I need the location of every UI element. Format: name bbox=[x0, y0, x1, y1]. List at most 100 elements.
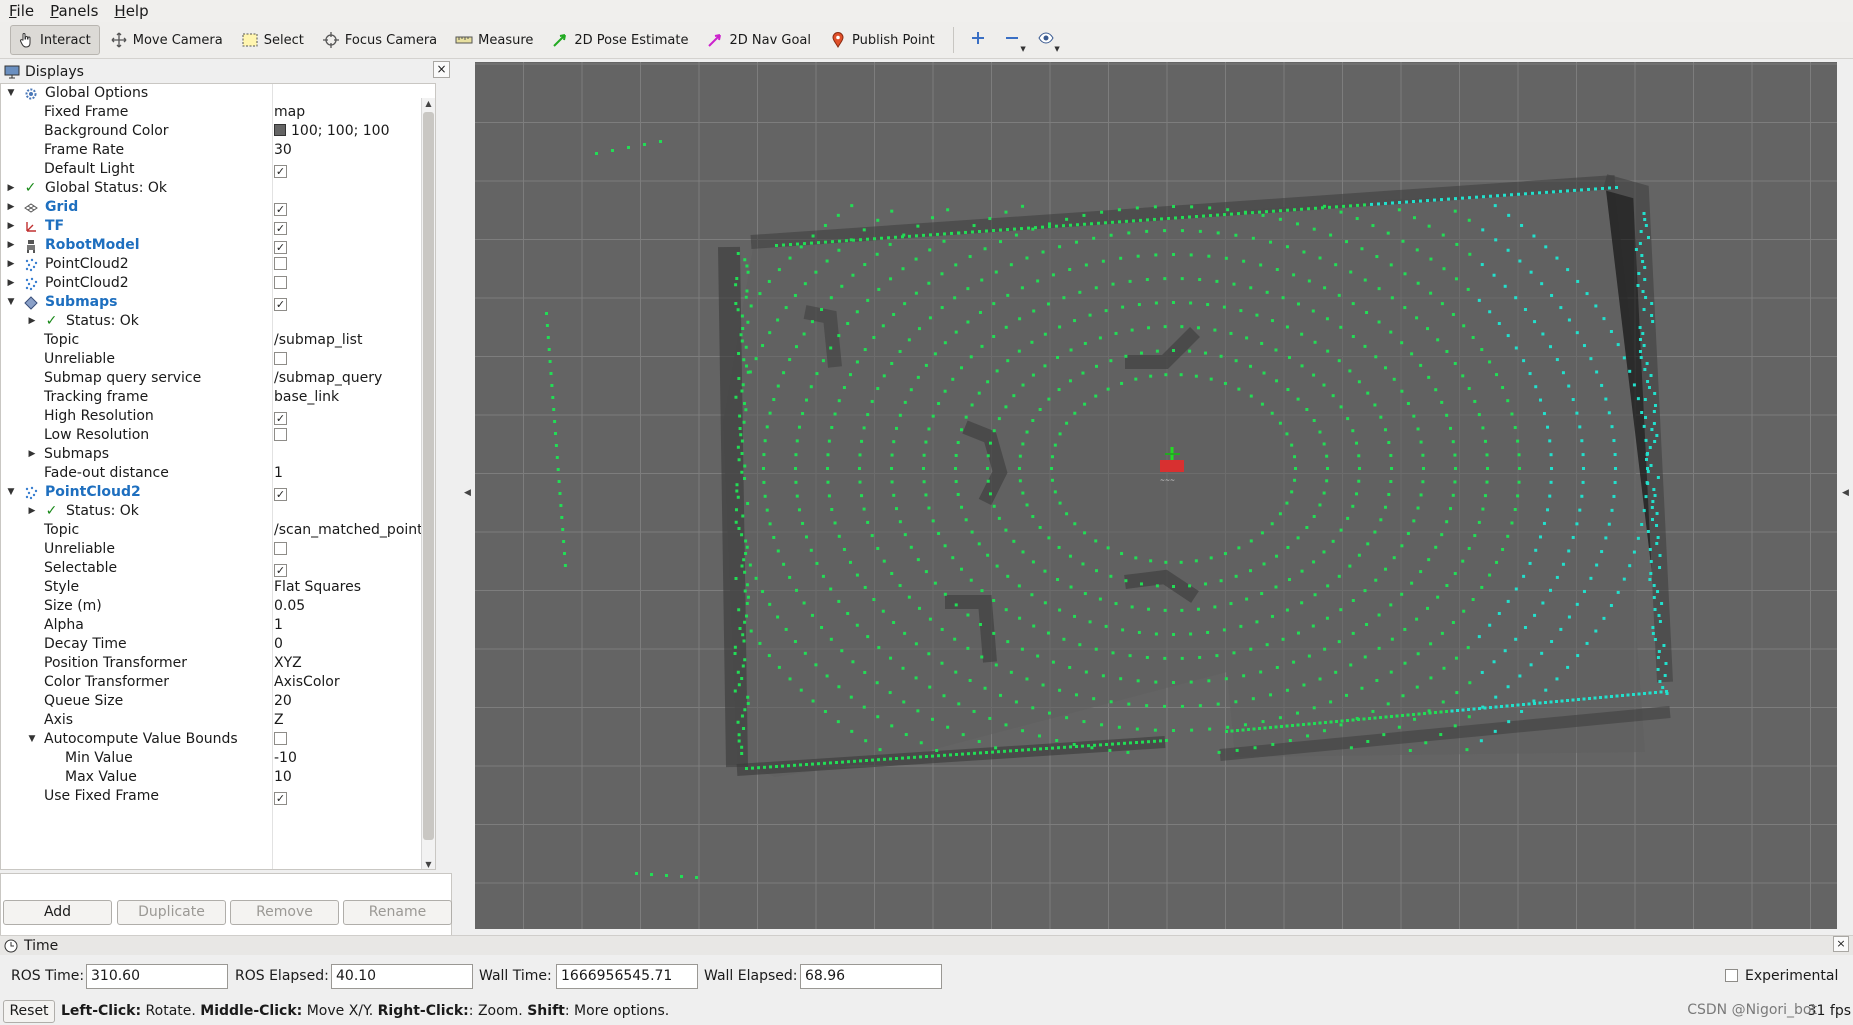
nav-goal-tool-button[interactable]: 2D Nav Goal bbox=[700, 25, 819, 55]
tree-row-default-light[interactable]: Default Light ✓ bbox=[1, 160, 435, 179]
tree-row-autocompute-value-bounds[interactable]: ▼ Autocompute Value Bounds bbox=[1, 730, 435, 749]
tree-row-topic[interactable]: Topic /submap_list bbox=[1, 331, 435, 350]
scroll-up-icon[interactable]: ▲ bbox=[422, 98, 435, 110]
wall-elapsed-field[interactable]: 68.96 bbox=[800, 964, 942, 989]
tree-row-robot-model[interactable]: ▶ RobotModel ✓ bbox=[1, 236, 435, 255]
duplicate-button[interactable]: Duplicate bbox=[117, 900, 226, 925]
tree-row-fixed-frame[interactable]: Fixed Frame map bbox=[1, 103, 435, 122]
displays-tree[interactable]: ▼ Global Options Fixed Frame map Backgro… bbox=[0, 83, 436, 870]
focus-camera-tool-button[interactable]: Focus Camera bbox=[316, 25, 445, 55]
tree-row-global-status[interactable]: ▶ ✓ Global Status: Ok bbox=[1, 179, 435, 198]
collapse-arrow-icon[interactable]: ▶ bbox=[5, 217, 17, 236]
high-resolution-checkbox[interactable]: ✓ bbox=[274, 412, 287, 425]
tree-row-selectable[interactable]: Selectable ✓ bbox=[1, 559, 435, 578]
tree-row-alpha[interactable]: Alpha 1 bbox=[1, 616, 435, 635]
tree-row-background-color[interactable]: Background Color 100; 100; 100 bbox=[1, 122, 435, 141]
select-tool-button[interactable]: Select bbox=[235, 25, 312, 55]
tree-row-position-transformer[interactable]: Position Transformer XYZ bbox=[1, 654, 435, 673]
collapse-arrow-icon[interactable]: ▶ bbox=[5, 179, 17, 198]
pointcloud2-checkbox[interactable] bbox=[274, 257, 287, 270]
menu-help[interactable]: Help bbox=[105, 2, 155, 20]
tree-row-frame-rate[interactable]: Frame Rate 30 bbox=[1, 141, 435, 160]
experimental-checkbox[interactable] bbox=[1725, 969, 1738, 982]
tree-row-tf[interactable]: ▶ TF ✓ bbox=[1, 217, 435, 236]
interact-tool-button[interactable]: Interact bbox=[10, 25, 100, 55]
tree-row-pointcloud2[interactable]: ▶ PointCloud2 bbox=[1, 255, 435, 274]
tree-row-color-transformer[interactable]: Color Transformer AxisColor bbox=[1, 673, 435, 692]
measure-tool-button[interactable]: Measure bbox=[449, 25, 541, 55]
default-light-checkbox[interactable]: ✓ bbox=[274, 165, 287, 178]
collapse-arrow-icon[interactable]: ▶ bbox=[26, 502, 38, 521]
tf-checkbox[interactable]: ✓ bbox=[274, 222, 287, 235]
collapse-right-handle-icon[interactable]: ◀ bbox=[1842, 488, 1849, 498]
tree-scrollbar[interactable]: ▲ ▼ bbox=[421, 98, 435, 870]
tree-row-tracking-frame[interactable]: Tracking frame base_link bbox=[1, 388, 435, 407]
displays-close-button[interactable]: × bbox=[433, 61, 450, 78]
tree-row-low-resolution[interactable]: Low Resolution bbox=[1, 426, 435, 445]
add-tool-button[interactable] bbox=[964, 26, 992, 54]
scrollbar-thumb[interactable] bbox=[423, 112, 434, 840]
tree-row-decay-time[interactable]: Decay Time 0 bbox=[1, 635, 435, 654]
menu-panels[interactable]: Panels bbox=[41, 2, 105, 20]
wall-time-field[interactable]: 1666956545.71 bbox=[556, 964, 698, 989]
view-options-button[interactable]: ▼ bbox=[1032, 26, 1060, 54]
reset-button[interactable]: Reset bbox=[3, 1000, 55, 1023]
robot-model-checkbox[interactable]: ✓ bbox=[274, 241, 287, 254]
autocompute-checkbox[interactable] bbox=[274, 732, 287, 745]
remove-button[interactable]: Remove bbox=[230, 900, 339, 925]
tree-row-pointcloud2[interactable]: ▶ PointCloud2 bbox=[1, 274, 435, 293]
expand-arrow-icon[interactable]: ▼ bbox=[5, 293, 17, 312]
time-close-button[interactable]: × bbox=[1833, 936, 1849, 952]
tree-row-axis[interactable]: Axis Z bbox=[1, 711, 435, 730]
menu-file[interactable]: File bbox=[0, 2, 41, 20]
tree-row-use-fixed-frame[interactable]: Use Fixed Frame ✓ bbox=[1, 787, 435, 806]
tree-row-style[interactable]: Style Flat Squares bbox=[1, 578, 435, 597]
tree-row-fade-out-distance[interactable]: Fade-out distance 1 bbox=[1, 464, 435, 483]
collapse-arrow-icon[interactable]: ▶ bbox=[5, 255, 17, 274]
tree-row-pointcloud2-active[interactable]: ▼ PointCloud2 ✓ bbox=[1, 483, 435, 502]
move-camera-tool-button[interactable]: Move Camera bbox=[104, 25, 231, 55]
submaps-checkbox[interactable]: ✓ bbox=[274, 298, 287, 311]
tree-row-submap-query-service[interactable]: Submap query service /submap_query bbox=[1, 369, 435, 388]
ros-time-field[interactable]: 310.60 bbox=[86, 964, 228, 989]
add-button[interactable]: Add bbox=[3, 900, 112, 925]
collapse-arrow-icon[interactable]: ▶ bbox=[26, 312, 38, 331]
collapse-arrow-icon[interactable]: ▶ bbox=[5, 198, 17, 217]
pointcloud2-checkbox[interactable] bbox=[274, 276, 287, 289]
render-viewport[interactable]: ~~~ bbox=[475, 62, 1837, 929]
tree-row-status[interactable]: ▶ ✓ Status: Ok bbox=[1, 312, 435, 331]
tree-row-unreliable[interactable]: Unreliable bbox=[1, 350, 435, 369]
pointcloud2-checkbox[interactable]: ✓ bbox=[274, 488, 287, 501]
unreliable-checkbox[interactable] bbox=[274, 542, 287, 555]
collapse-arrow-icon[interactable]: ▶ bbox=[5, 274, 17, 293]
tree-row-queue-size[interactable]: Queue Size 20 bbox=[1, 692, 435, 711]
tree-row-topic[interactable]: Topic /scan_matched_point... bbox=[1, 521, 435, 540]
rename-button[interactable]: Rename bbox=[343, 900, 452, 925]
tree-row-min-value[interactable]: Min Value -10 bbox=[1, 749, 435, 768]
collapse-left-handle-icon[interactable]: ◀ bbox=[464, 488, 471, 498]
collapse-arrow-icon[interactable]: ▶ bbox=[26, 445, 38, 464]
expand-arrow-icon[interactable]: ▼ bbox=[26, 730, 38, 749]
use-fixed-frame-checkbox[interactable]: ✓ bbox=[274, 792, 287, 805]
tree-row-submaps-list[interactable]: ▶ Submaps bbox=[1, 445, 435, 464]
pose-estimate-tool-button[interactable]: 2D Pose Estimate bbox=[545, 25, 696, 55]
color-swatch[interactable] bbox=[274, 124, 286, 136]
selectable-checkbox[interactable]: ✓ bbox=[274, 564, 287, 577]
grid-checkbox[interactable]: ✓ bbox=[274, 203, 287, 216]
expand-arrow-icon[interactable]: ▼ bbox=[5, 84, 17, 103]
collapse-arrow-icon[interactable]: ▶ bbox=[5, 236, 17, 255]
tree-row-high-resolution[interactable]: High Resolution ✓ bbox=[1, 407, 435, 426]
tree-row-submaps[interactable]: ▼ Submaps ✓ bbox=[1, 293, 435, 312]
tree-row-global-options[interactable]: ▼ Global Options bbox=[1, 84, 435, 103]
tree-row-size[interactable]: Size (m) 0.05 bbox=[1, 597, 435, 616]
unreliable-checkbox[interactable] bbox=[274, 352, 287, 365]
publish-point-tool-button[interactable]: Publish Point bbox=[823, 25, 943, 55]
tree-row-grid[interactable]: ▶ Grid ✓ bbox=[1, 198, 435, 217]
ros-elapsed-field[interactable]: 40.10 bbox=[331, 964, 473, 989]
tree-row-status[interactable]: ▶ ✓ Status: Ok bbox=[1, 502, 435, 521]
scroll-down-icon[interactable]: ▼ bbox=[422, 859, 435, 870]
low-resolution-checkbox[interactable] bbox=[274, 428, 287, 441]
tree-row-unreliable[interactable]: Unreliable bbox=[1, 540, 435, 559]
expand-arrow-icon[interactable]: ▼ bbox=[5, 483, 17, 502]
remove-tool-button[interactable]: ▼ bbox=[998, 26, 1026, 54]
